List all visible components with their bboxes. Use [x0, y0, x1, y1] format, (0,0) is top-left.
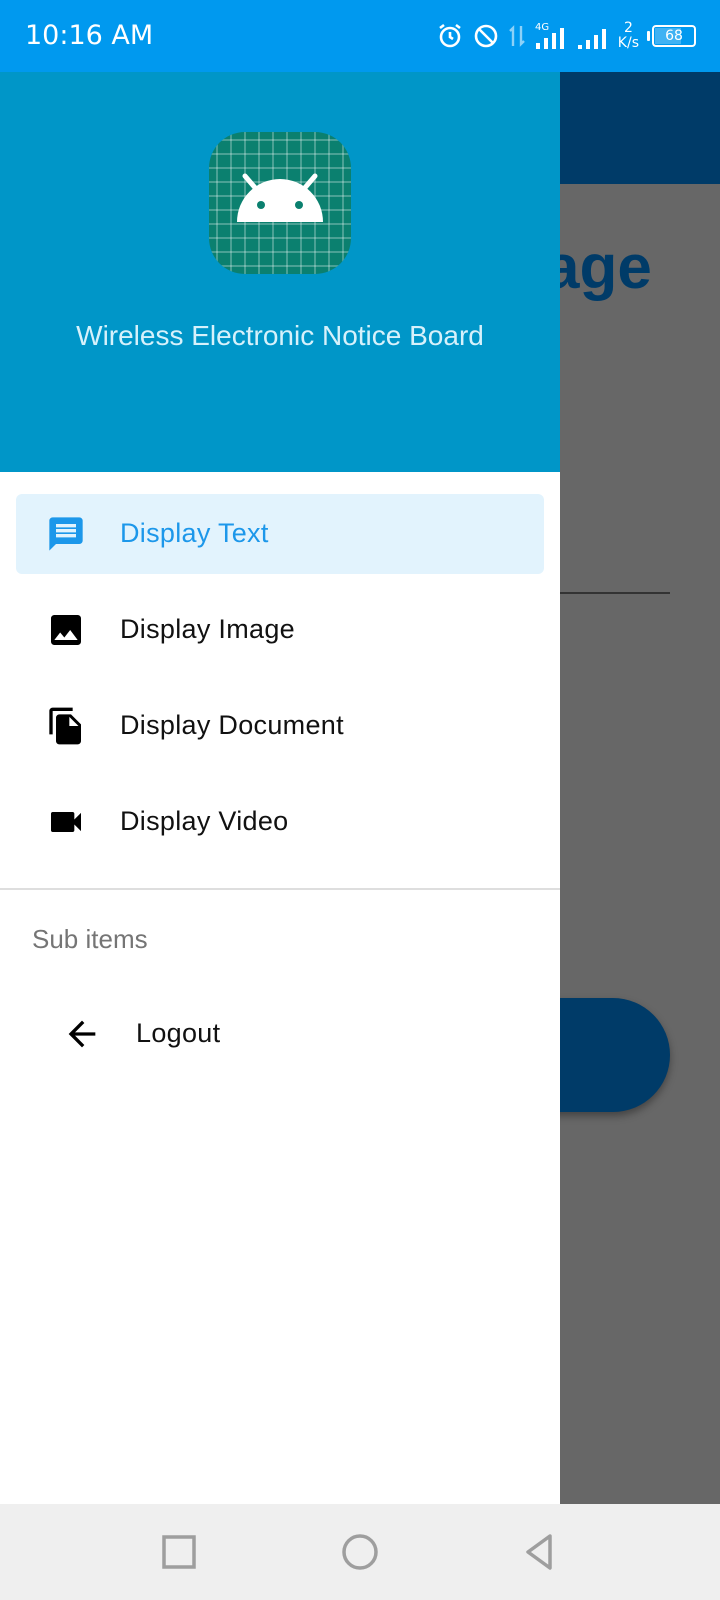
menu-item-display-document[interactable]: Display Document — [16, 686, 544, 766]
system-nav-bar — [0, 1504, 720, 1600]
menu-item-label: Logout — [136, 1018, 221, 1048]
battery-level: 68 — [665, 28, 683, 44]
back-icon[interactable] — [520, 1532, 560, 1572]
battery-nub — [647, 31, 650, 41]
menu-item-label: Display Text — [120, 518, 269, 548]
battery-icon: 68 — [652, 25, 696, 47]
document-copy-icon — [46, 706, 86, 746]
menu-item-label: Display Video — [120, 806, 289, 836]
navigation-drawer: Wireless Electronic Notice Board Display… — [0, 72, 560, 1504]
menu-item-logout[interactable]: Logout — [32, 994, 560, 1074]
menu-item-display-image[interactable]: Display Image — [16, 590, 544, 670]
drawer-subheader: Sub items — [32, 924, 148, 954]
status-bar: 10:16 AM 4G 2 K/s 68 — [0, 0, 720, 72]
data-transfer-icon — [508, 22, 526, 50]
background-title: age — [545, 233, 652, 302]
status-time: 10:16 AM — [25, 20, 154, 51]
signal-icon — [576, 21, 610, 51]
drawer-menu: Display Text Display Image Display Docum… — [0, 494, 560, 878]
status-icons: 4G 2 K/s 68 — [436, 18, 696, 54]
net-speed: 2 K/s — [618, 21, 639, 51]
home-icon[interactable] — [340, 1532, 380, 1572]
net-speed-value: 2 — [623, 20, 633, 36]
app-name: Wireless Electronic Notice Board — [76, 320, 484, 351]
message-icon — [46, 514, 86, 554]
menu-item-label: Display Image — [120, 614, 295, 644]
alarm-icon — [436, 22, 464, 50]
menu-item-label: Display Document — [120, 710, 344, 740]
drawer-header: Wireless Electronic Notice Board — [0, 72, 560, 472]
videocam-icon — [46, 802, 86, 842]
background-input-underline — [560, 592, 670, 594]
network-type-label: 4G — [535, 22, 549, 33]
drawer-divider — [0, 888, 560, 890]
android-logo-icon — [209, 132, 351, 274]
signal-4g-icon: 4G — [534, 21, 568, 51]
net-speed-unit: K/s — [617, 35, 639, 51]
menu-item-display-text[interactable]: Display Text — [16, 494, 544, 574]
recents-icon[interactable] — [159, 1532, 199, 1572]
do-not-disturb-icon — [472, 22, 500, 50]
menu-item-display-video[interactable]: Display Video — [16, 782, 544, 862]
image-icon — [46, 610, 86, 650]
arrow-back-icon — [62, 1014, 102, 1054]
